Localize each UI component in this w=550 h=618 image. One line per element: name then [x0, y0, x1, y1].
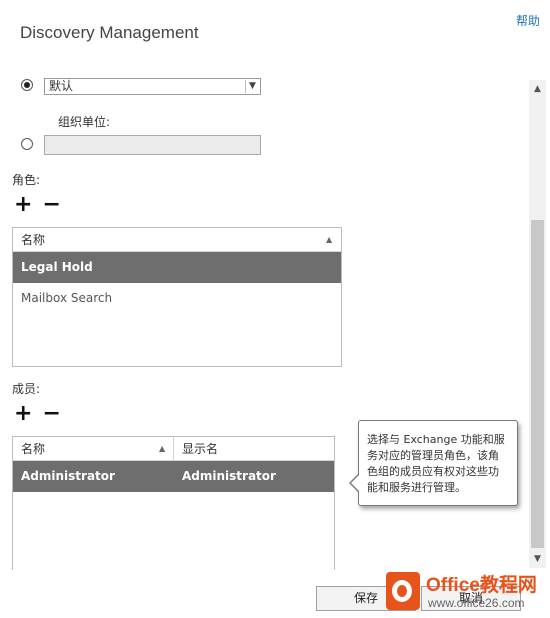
- role-row-legal-hold[interactable]: Legal Hold: [13, 252, 341, 283]
- sort-ascending-icon: ▲: [159, 444, 166, 453]
- member-display-name: Administrator: [182, 469, 276, 483]
- members-display-column-header[interactable]: 显示名: [174, 437, 334, 461]
- roles-toolbar: + −: [14, 194, 71, 216]
- add-role-button[interactable]: +: [14, 194, 32, 216]
- remove-role-button[interactable]: −: [42, 194, 60, 216]
- default-scope-radio[interactable]: [21, 79, 33, 91]
- role-name: Legal Hold: [21, 260, 93, 274]
- members-label: 成员:: [12, 382, 41, 396]
- page-title: Discovery Management: [20, 23, 199, 42]
- office-logo-icon: [386, 572, 420, 610]
- roles-name-column-header[interactable]: 名称: [13, 228, 341, 252]
- ou-label: 组织单位:: [58, 115, 111, 129]
- members-grid: 名称 ▲ 显示名 Administrator Administrator: [12, 436, 335, 570]
- callout-line-3: 色组的成员应有权对这些功: [367, 465, 499, 478]
- vertical-scrollbar[interactable]: ▲ ▼: [529, 80, 546, 568]
- roles-grid: 名称 ▲ Legal Hold Mailbox Search: [12, 227, 342, 367]
- ou-scope-radio[interactable]: [21, 138, 33, 150]
- default-scope-select[interactable]: 默认 ▼: [44, 78, 261, 95]
- member-name: Administrator: [21, 469, 115, 483]
- callout-line-1: 选择与 Exchange 功能和服: [367, 433, 505, 446]
- members-name-column-header[interactable]: 名称: [13, 437, 174, 461]
- radio-selected-dot: [24, 82, 30, 88]
- ou-input[interactable]: [44, 135, 261, 155]
- callout-line-4: 能和服务进行管理。: [367, 481, 466, 494]
- scroll-up-arrow-icon[interactable]: ▲: [529, 82, 546, 96]
- watermark-brand: Office教程网: [426, 575, 537, 596]
- watermark-url: www.office26.com: [428, 596, 525, 610]
- members-toolbar: + −: [14, 403, 71, 425]
- members-grid-header: 名称 ▲ 显示名: [13, 437, 334, 461]
- member-row-administrator[interactable]: Administrator Administrator: [13, 461, 334, 492]
- watermark: Office教程网 www.office26.com: [386, 568, 546, 616]
- roles-label: 角色:: [12, 173, 41, 187]
- role-help-callout: 选择与 Exchange 功能和服 务对应的管理员角色，该角 色组的成员应有权对…: [349, 420, 518, 506]
- role-row-mailbox-search[interactable]: Mailbox Search: [13, 283, 341, 314]
- add-member-button[interactable]: +: [14, 403, 32, 425]
- callout-line-2: 务对应的管理员角色，该角: [367, 449, 499, 462]
- help-link[interactable]: 帮助: [516, 12, 540, 29]
- default-scope-select-value: 默认: [49, 79, 74, 93]
- role-name: Mailbox Search: [21, 291, 113, 305]
- scrollbar-thumb[interactable]: [531, 220, 544, 548]
- sort-ascending-icon: ▲: [326, 235, 333, 244]
- roles-grid-header: 名称 ▲: [13, 228, 341, 252]
- scroll-down-arrow-icon[interactable]: ▼: [529, 552, 546, 566]
- chevron-down-icon[interactable]: ▼: [245, 80, 259, 93]
- remove-member-button[interactable]: −: [42, 403, 60, 425]
